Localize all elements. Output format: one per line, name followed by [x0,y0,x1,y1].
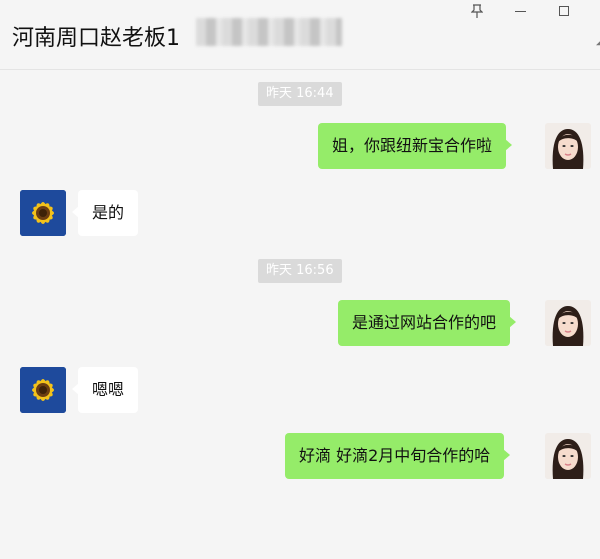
message-bubble-self[interactable]: 姐，你跟纽新宝合作啦 [318,123,513,169]
message-bubble-self[interactable]: 是通过网站合作的吧 [338,300,517,346]
minimize-icon[interactable] [509,2,531,20]
chat-message-area[interactable]: 昨天 16:44 姐，你跟纽新宝合作啦 是的 昨天 16:56 是通过网站合作的… [0,70,600,559]
maximize-icon[interactable] [553,2,575,20]
avatar-self[interactable] [545,123,591,169]
redacted-phone-number [196,18,342,46]
pin-icon[interactable] [466,2,488,20]
chat-title: 河南周口赵老板1 [12,26,180,51]
avatar-self[interactable] [545,433,591,479]
resize-indicator-icon: ◢ [596,36,600,47]
chat-header: 河南周口赵老板1 ◢ [0,0,600,70]
avatar-contact[interactable] [20,190,66,236]
avatar-self[interactable] [545,300,591,346]
message-bubble-self[interactable]: 好滴 好滴2月中旬合作的哈 [285,433,511,479]
timestamp: 昨天 16:56 [258,259,342,283]
message-bubble-contact[interactable]: 嗯嗯 [71,367,139,413]
avatar-contact[interactable] [20,367,66,413]
message-bubble-contact[interactable]: 是的 [71,190,139,236]
timestamp: 昨天 16:44 [258,82,342,106]
